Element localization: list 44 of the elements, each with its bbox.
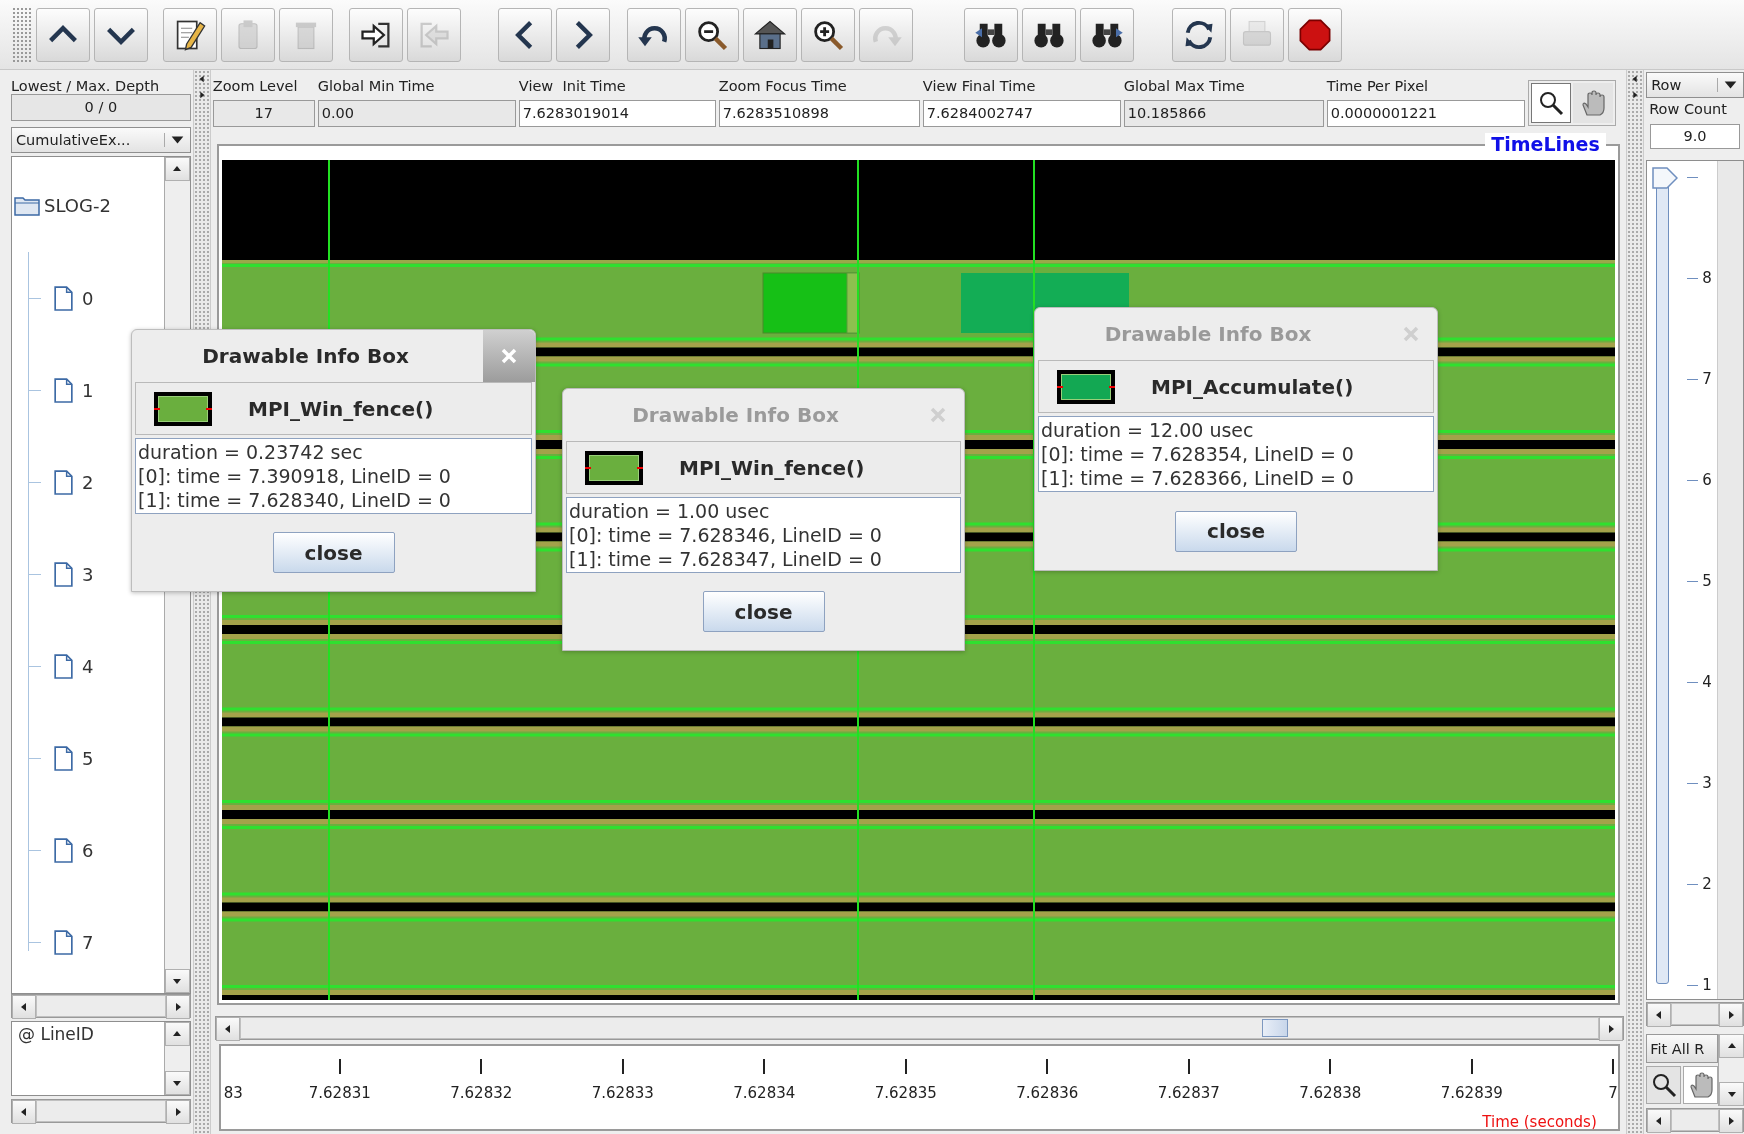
axis-label: 7.62831 [308,1084,371,1102]
field-label: Lowest / Max. Depth [11,77,161,92]
ruler-label: 2 [1702,876,1712,892]
dialog-title: Drawable Info Box [631,403,840,427]
ruler-label: 4 [1702,674,1712,690]
info-line: [1]: time = 7.628340, LineID = 0 [138,488,452,512]
info-line: [0]: time = 7.628354, LineID = 0 [1041,442,1355,466]
info-line: duration = 12.00 usec [1041,418,1255,442]
axis-label: 7.62836 [1016,1084,1079,1102]
axis-label: 7.62839 [1440,1084,1503,1102]
field-label: View Init Time [518,77,627,96]
axis-label: 7.62834 [733,1084,796,1102]
ruler-label: 1 [1702,977,1712,993]
axis-label: 7.62832 [450,1084,513,1102]
field-label: Global Max Time [1123,77,1246,96]
dialog-title: Drawable Info Box [1103,322,1313,346]
ruler-label: 3 [1702,775,1712,791]
event-name: MPI_Win_fence() [679,455,865,480]
field-label: Zoom Focus Time [718,77,848,96]
info-line: duration = 1.00 usec [569,499,771,523]
field-label: Zoom Level [212,77,299,96]
event-name: MPI_Win_fence() [248,396,434,421]
axis-label: 7.62833 [591,1084,654,1102]
info-line: duration = 0.23742 sec [138,440,364,464]
field-label: View Final Time [922,77,1037,96]
info-line: [0]: time = 7.390918, LineID = 0 [138,464,452,488]
ruler-label: 6 [1702,472,1712,488]
axis-label: 83 [223,1084,243,1102]
dialog-title: Drawable Info Box [201,344,410,368]
field-label: Time Per Pixel [1326,77,1430,96]
ruler-label: 7 [1702,371,1712,387]
event-name: MPI_Accumulate() [1151,374,1354,399]
axis-label: 7.62838 [1299,1084,1362,1102]
depth-field: 0 / 0 [11,94,191,121]
axis-label: 7.62835 [874,1084,937,1102]
axis-label: 7 [1608,1084,1618,1102]
ruler-label: 5 [1702,573,1712,589]
field-label: Row Count [1648,100,1728,119]
info-line: [1]: time = 7.628347, LineID = 0 [569,547,883,571]
ruler-label: 8 [1702,270,1712,286]
info-line: [1]: time = 7.628366, LineID = 0 [1041,466,1355,490]
info-line: [0]: time = 7.628346, LineID = 0 [569,523,883,547]
axis-label: 7.62837 [1157,1084,1220,1102]
field-label: Global Min Time [317,77,436,96]
